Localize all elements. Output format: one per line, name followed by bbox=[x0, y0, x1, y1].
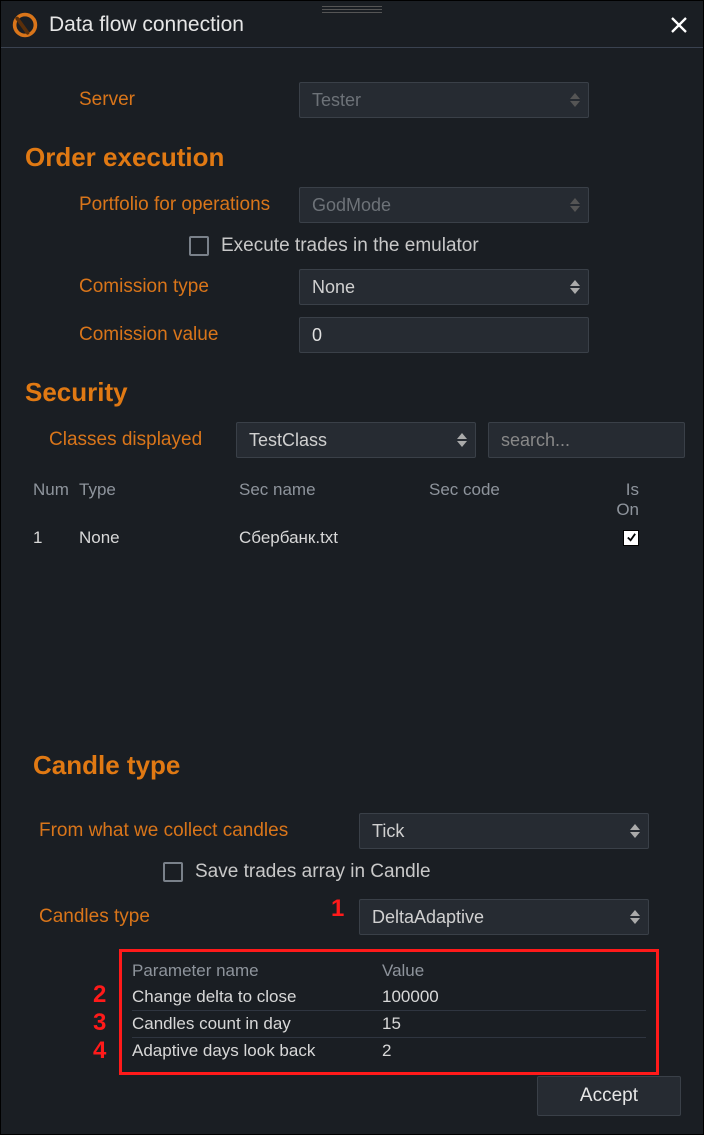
param-value: 100000 bbox=[382, 987, 646, 1007]
cell-on bbox=[599, 528, 659, 548]
cell-code bbox=[429, 528, 599, 548]
collect-select[interactable]: Tick bbox=[359, 813, 649, 849]
spinner-icon bbox=[570, 93, 580, 107]
emulator-checkbox[interactable] bbox=[189, 236, 209, 256]
param-name: Candles count in day bbox=[132, 1014, 382, 1034]
save-trades-row: Save trades array in Candle bbox=[19, 855, 685, 889]
is-on-checkbox[interactable] bbox=[623, 530, 639, 546]
cell-num: 1 bbox=[19, 528, 79, 548]
security-table: Num Type Sec name Sec code Is On 1 None … bbox=[19, 476, 685, 552]
save-trades-label: Save trades array in Candle bbox=[195, 861, 431, 883]
param-row[interactable]: Candles count in day 15 bbox=[132, 1011, 646, 1038]
col-type: Type bbox=[79, 480, 239, 520]
col-name: Sec name bbox=[239, 480, 429, 520]
table-row[interactable]: 1 None Сбербанк.txt bbox=[19, 524, 685, 552]
classes-row: Classes displayed TestClass search... bbox=[19, 416, 685, 464]
collect-label: From what we collect candles bbox=[39, 820, 359, 842]
col-on: Is On bbox=[599, 480, 659, 520]
content-area: Server Tester Order execution Portfolio … bbox=[1, 48, 703, 1095]
spinner-icon bbox=[630, 824, 640, 838]
candles-type-label: Candles type bbox=[39, 906, 339, 928]
params-header: Parameter name Value bbox=[132, 958, 646, 984]
portfolio-row: Portfolio for operations GodMode bbox=[19, 181, 685, 229]
marker-1: 1 bbox=[331, 895, 344, 923]
param-value: 2 bbox=[382, 1041, 646, 1061]
collect-row: From what we collect candles Tick bbox=[19, 807, 685, 855]
params-table: Parameter name Value Change delta to clo… bbox=[119, 949, 659, 1075]
candles-type-row: Candles type 1 DeltaAdaptive bbox=[19, 889, 685, 941]
commission-value-text: 0 bbox=[312, 325, 322, 346]
spinner-icon bbox=[630, 910, 640, 924]
cell-name: Сбербанк.txt bbox=[239, 528, 429, 548]
search-placeholder: search... bbox=[501, 430, 570, 451]
app-logo-icon bbox=[11, 11, 39, 39]
window-frame: Data flow connection Server Tester Order… bbox=[0, 0, 704, 1135]
candles-type-select[interactable]: DeltaAdaptive bbox=[359, 899, 649, 935]
param-col-name: Parameter name bbox=[132, 961, 382, 981]
emulator-row: Execute trades in the emulator bbox=[19, 229, 685, 263]
table-header: Num Type Sec name Sec code Is On bbox=[19, 476, 685, 524]
section-security: Security bbox=[19, 359, 685, 416]
spinner-icon bbox=[570, 198, 580, 212]
param-row[interactable]: Change delta to close 100000 bbox=[132, 984, 646, 1011]
param-name: Change delta to close bbox=[132, 987, 382, 1007]
commission-type-value: None bbox=[312, 277, 355, 298]
server-value: Tester bbox=[312, 90, 361, 111]
col-num: Num bbox=[19, 480, 79, 520]
collect-value: Tick bbox=[372, 821, 404, 842]
param-col-value: Value bbox=[382, 961, 646, 981]
commission-type-label: Comission type bbox=[19, 276, 299, 298]
commission-value-input[interactable]: 0 bbox=[299, 317, 589, 353]
close-icon[interactable] bbox=[665, 11, 693, 39]
titlebar: Data flow connection bbox=[1, 1, 703, 45]
footer: Accept bbox=[537, 1076, 681, 1116]
params-wrap: 2 3 4 Parameter name Value Change delta … bbox=[119, 949, 685, 1075]
commission-value-row: Comission value 0 bbox=[19, 311, 685, 359]
classes-select[interactable]: TestClass bbox=[236, 422, 476, 458]
commission-value-label: Comission value bbox=[19, 324, 299, 346]
accept-button[interactable]: Accept bbox=[537, 1076, 681, 1116]
commission-type-select[interactable]: None bbox=[299, 269, 589, 305]
portfolio-label: Portfolio for operations bbox=[19, 194, 299, 216]
section-candle-type: Candle type bbox=[19, 732, 685, 789]
save-trades-checkbox[interactable] bbox=[163, 862, 183, 882]
classes-value: TestClass bbox=[249, 430, 327, 451]
spinner-icon bbox=[457, 433, 467, 447]
param-name: Adaptive days look back bbox=[132, 1041, 382, 1061]
commission-type-row: Comission type None bbox=[19, 263, 685, 311]
param-value: 15 bbox=[382, 1014, 646, 1034]
col-code: Sec code bbox=[429, 480, 599, 520]
server-select[interactable]: Tester bbox=[299, 82, 589, 118]
cell-type: None bbox=[79, 528, 239, 548]
emulator-label: Execute trades in the emulator bbox=[221, 235, 479, 257]
spinner-icon bbox=[570, 280, 580, 294]
portfolio-select[interactable]: GodMode bbox=[299, 187, 589, 223]
security-search-input[interactable]: search... bbox=[488, 422, 685, 458]
server-row: Server Tester bbox=[19, 76, 685, 124]
portfolio-value: GodMode bbox=[312, 195, 391, 216]
marker-2: 2 bbox=[93, 981, 106, 1009]
marker-3: 3 bbox=[93, 1009, 106, 1037]
classes-label: Classes displayed bbox=[49, 429, 224, 451]
window-title: Data flow connection bbox=[49, 13, 244, 37]
marker-4: 4 bbox=[93, 1037, 106, 1065]
section-order-execution: Order execution bbox=[19, 124, 685, 181]
param-row[interactable]: Adaptive days look back 2 bbox=[132, 1038, 646, 1064]
candles-type-value: DeltaAdaptive bbox=[372, 907, 484, 928]
server-label: Server bbox=[19, 89, 299, 111]
